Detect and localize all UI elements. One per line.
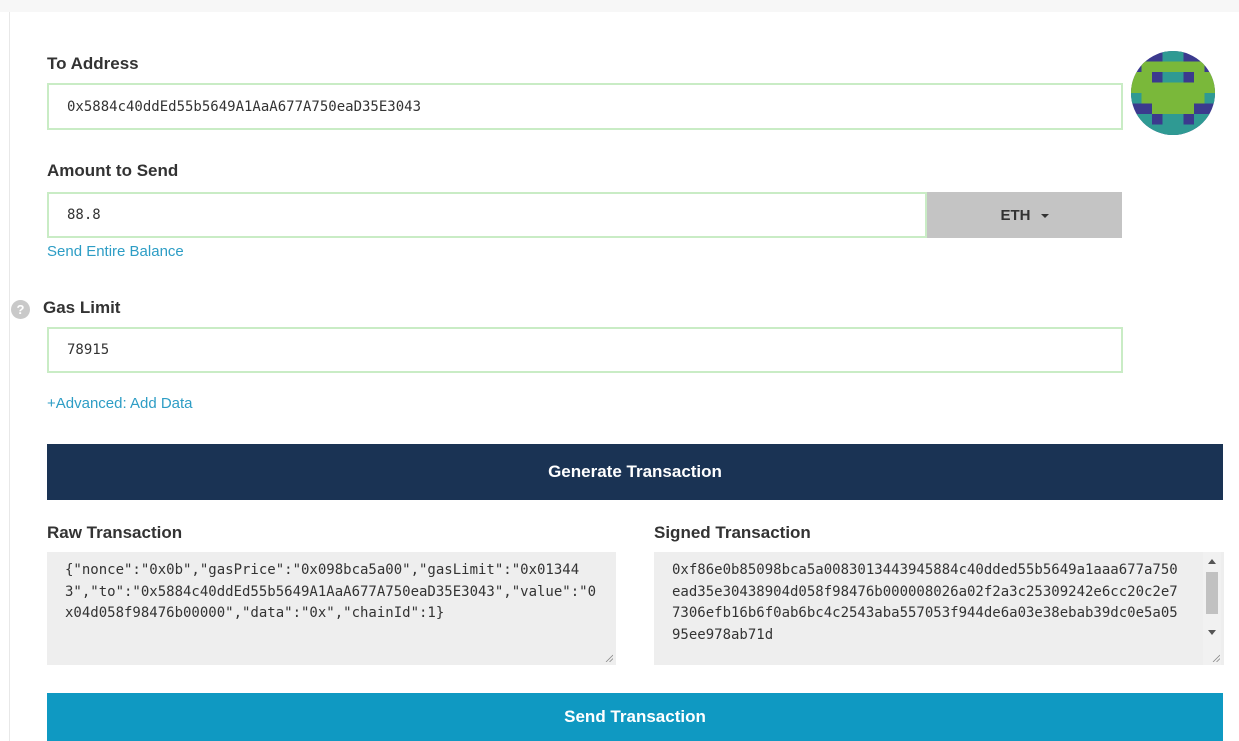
signed-transaction-label: Signed Transaction	[654, 523, 811, 542]
to-address-input[interactable]: 0x5884c40ddEd55b5649A1AaA677A750eaD35E30…	[47, 83, 1123, 130]
scroll-down-icon[interactable]	[1208, 630, 1216, 635]
amount-label: Amount to Send	[47, 161, 179, 180]
currency-label: ETH	[1000, 206, 1031, 224]
generate-transaction-button[interactable]: Generate Transaction	[47, 444, 1223, 500]
amount-input[interactable]: 88.8	[47, 192, 927, 238]
left-divider	[9, 12, 10, 741]
to-address-value: 0x5884c40ddEd55b5649A1AaA677A750eaD35E30…	[67, 98, 422, 115]
generate-transaction-label: Generate Transaction	[548, 462, 722, 481]
top-strip	[0, 0, 1239, 12]
resize-handle-icon[interactable]	[1212, 654, 1220, 662]
help-icon[interactable]: ?	[11, 300, 30, 319]
send-entire-balance-link[interactable]: Send Entire Balance	[47, 243, 184, 260]
raw-transaction-textarea[interactable]: {"nonce":"0x0b","gasPrice":"0x098bca5a00…	[47, 552, 616, 665]
to-address-label: To Address	[47, 54, 139, 73]
advanced-add-data-link[interactable]: +Advanced: Add Data	[47, 395, 193, 412]
send-transaction-button[interactable]: Send Transaction	[47, 693, 1223, 741]
gas-limit-value: 78915	[67, 342, 110, 358]
currency-dropdown[interactable]: ETH	[927, 192, 1122, 238]
raw-transaction-label: Raw Transaction	[47, 523, 183, 542]
scroll-thumb[interactable]	[1206, 572, 1218, 614]
signed-transaction-textarea[interactable]: 0xf86e0b85098bca5a0083013443945884c40dde…	[654, 552, 1224, 665]
gas-limit-input[interactable]: 78915	[47, 327, 1123, 373]
send-transaction-label: Send Transaction	[564, 707, 706, 726]
resize-handle-icon[interactable]	[605, 654, 613, 662]
address-identicon	[1131, 51, 1215, 135]
amount-value: 88.8	[67, 207, 101, 223]
chevron-down-icon	[1040, 214, 1049, 218]
gas-limit-label: Gas Limit	[43, 298, 121, 317]
scroll-up-icon[interactable]	[1208, 559, 1216, 564]
signed-transaction-scrollbar[interactable]	[1203, 552, 1221, 665]
